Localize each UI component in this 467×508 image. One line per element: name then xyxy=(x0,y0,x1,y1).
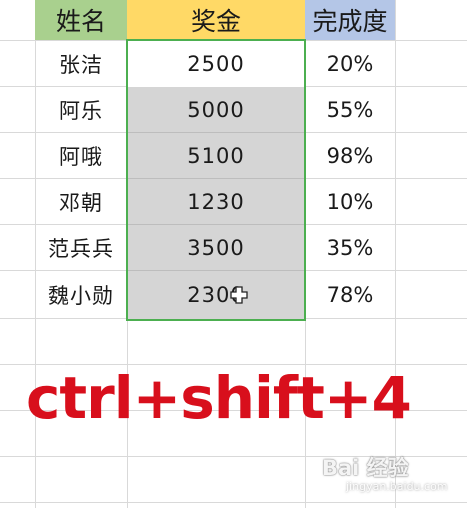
cell-bonus[interactable]: 1230 xyxy=(127,179,305,225)
cell-name[interactable]: 阿乐 xyxy=(35,87,127,133)
cell-rate[interactable]: 10% xyxy=(305,179,395,225)
cell-bonus[interactable]: 5100 xyxy=(127,133,305,179)
header-rate[interactable]: 完成度 xyxy=(305,0,395,40)
grid-hline xyxy=(0,502,467,503)
watermark-main: Bai 经验 xyxy=(322,456,409,480)
cell-name[interactable]: 张洁 xyxy=(35,41,127,87)
cell-name[interactable]: 邓朝 xyxy=(35,179,127,225)
cell-bonus[interactable]: 2500 xyxy=(127,41,305,87)
cell-bonus[interactable]: 5000 xyxy=(127,87,305,133)
cell-name[interactable]: 范兵兵 xyxy=(35,225,127,271)
spreadsheet-screenshot: 姓名 奖金 完成度 张洁 2500 20% 阿乐 5000 55% 阿哦 510… xyxy=(0,0,467,508)
plus-cross-cursor-icon xyxy=(230,286,248,304)
shortcut-overlay-text: ctrl+shift+4 xyxy=(26,364,412,432)
cell-rate[interactable]: 98% xyxy=(305,133,395,179)
cell-bonus[interactable]: 2300 xyxy=(127,272,305,318)
cell-name[interactable]: 阿哦 xyxy=(35,133,127,179)
cell-rate[interactable]: 55% xyxy=(305,87,395,133)
cell-rate[interactable]: 78% xyxy=(305,272,395,318)
cell-name[interactable]: 魏小勋 xyxy=(35,272,127,318)
cell-rate[interactable]: 35% xyxy=(305,225,395,271)
cell-bonus[interactable]: 3500 xyxy=(127,225,305,271)
cell-rate[interactable]: 20% xyxy=(305,41,395,87)
watermark: Bai 经验 jingyan.baidu.com xyxy=(322,452,462,502)
watermark-sub: jingyan.baidu.com xyxy=(346,480,448,493)
header-bonus[interactable]: 奖金 xyxy=(127,0,305,40)
header-name[interactable]: 姓名 xyxy=(35,0,127,40)
